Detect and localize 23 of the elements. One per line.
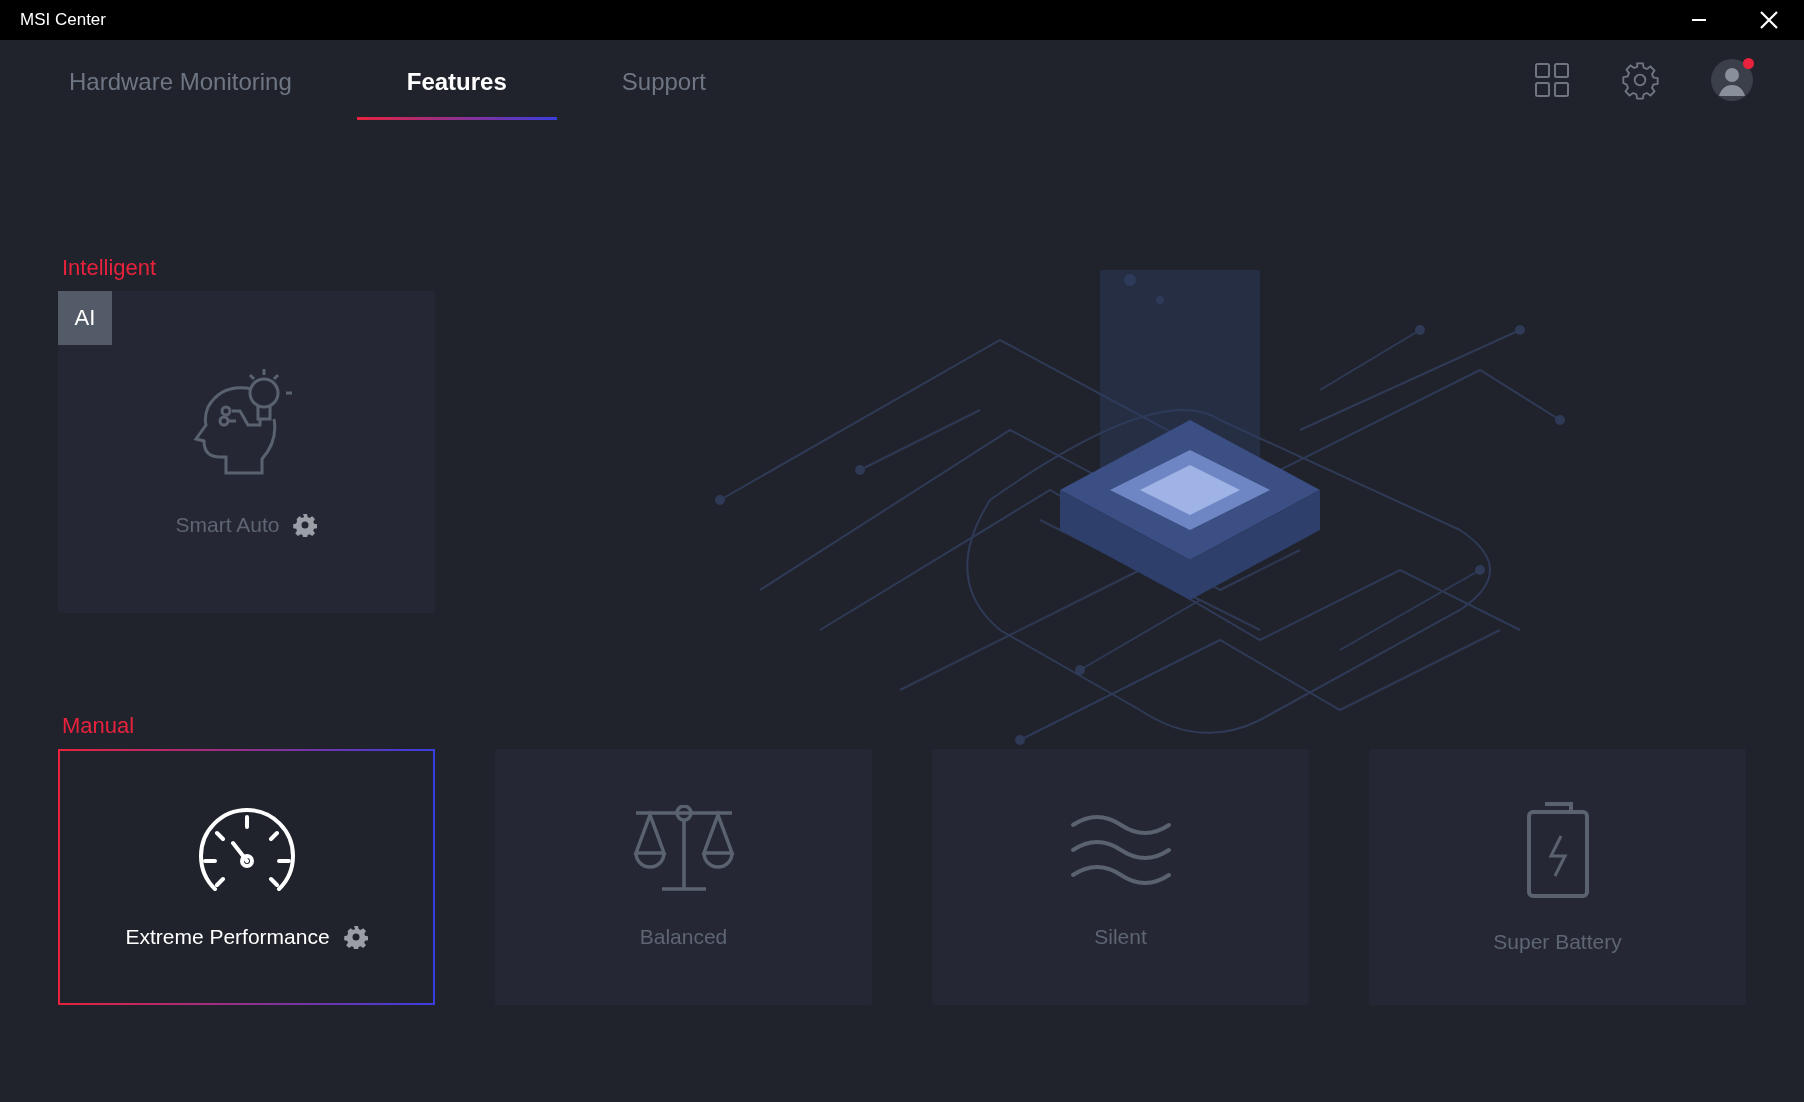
- settings-icon[interactable]: [1620, 60, 1660, 100]
- grid-icon[interactable]: [1534, 62, 1570, 98]
- mode-card[interactable]: AI Smart Auto: [58, 291, 435, 613]
- close-icon[interactable]: [1759, 10, 1779, 30]
- window-title: MSI Center: [20, 10, 106, 30]
- tab[interactable]: Features: [356, 40, 557, 120]
- settings-icon[interactable]: [343, 925, 368, 949]
- mode-label: Smart Auto: [175, 513, 280, 537]
- mode-card[interactable]: Silent: [932, 749, 1309, 1005]
- mode-label: Balanced: [639, 925, 728, 949]
- mode-label: Silent: [1094, 925, 1147, 949]
- tab[interactable]: Hardware Monitoring: [54, 40, 307, 120]
- section-heading: Intelligent: [62, 255, 158, 281]
- tab[interactable]: Support: [606, 40, 721, 120]
- mode-card[interactable]: Super Battery: [1369, 749, 1746, 1005]
- settings-icon[interactable]: [293, 513, 318, 537]
- section-heading: Manual: [62, 713, 136, 739]
- mode-label: Extreme Performance: [125, 925, 330, 949]
- mode-card[interactable]: Extreme Performance: [58, 749, 435, 1005]
- avatar-icon[interactable]: [1710, 58, 1754, 102]
- ai-badge: AI: [58, 291, 112, 345]
- mode-card[interactable]: Balanced: [495, 749, 872, 1005]
- mode-label: Super Battery: [1493, 930, 1622, 954]
